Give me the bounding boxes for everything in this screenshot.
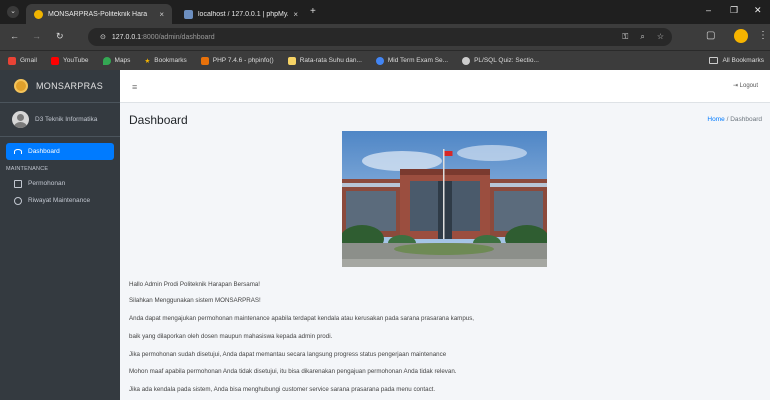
star-icon: ★ [144, 57, 151, 65]
browser-menu-icon[interactable]: ⋮ [758, 30, 768, 41]
logout-label: Logout [739, 83, 758, 89]
sidebar-item-label: Dashboard [28, 148, 60, 155]
instruction-text: Silahkan Menggunakan sistem MONSARPRAS! [129, 297, 261, 304]
bookmark-star-icon[interactable]: ☆ [657, 32, 664, 42]
bookmark-youtube[interactable]: YouTube [50, 56, 89, 65]
bookmark-suhu[interactable]: Rata-rata Suhu dan... [287, 56, 362, 65]
bookmark-label: PHP 7.4.6 - phpinfo() [212, 57, 274, 64]
browser-tab-bar: ⌄ MONSARPRAS-Politeknik Hara × localhost… [0, 0, 770, 24]
bookmark-label: Gmail [20, 57, 37, 64]
campus-building-image [342, 131, 547, 267]
welcome-text: Hallo Admin Prodi Politeknik Harapan Ber… [129, 281, 261, 288]
bookmark-midterm[interactable]: Mid Term Exam Se... [375, 56, 449, 65]
new-tab-button[interactable]: + [310, 6, 316, 17]
sidebar-item-label: Permohonan [28, 180, 66, 187]
menu-toggle-icon[interactable]: ≡ [132, 82, 137, 92]
bookmark-label: Bookmarks [154, 57, 187, 64]
site-info-icon[interactable]: ⊙ [100, 33, 106, 41]
tab-close-icon[interactable]: × [293, 10, 298, 19]
info-text: baik yang dilaporkan oleh dosen maupun m… [129, 333, 333, 340]
sidebar-item-permohonan[interactable]: Permohonan [6, 175, 114, 192]
page-title: Dashboard [129, 113, 188, 127]
minimize-icon[interactable]: – [706, 5, 711, 15]
bookmarks-bar: Gmail YouTube Maps ★ Bookmarks PHP 7.4.6 … [0, 50, 770, 70]
logout-link[interactable]: ⇥ Logout [733, 82, 758, 89]
address-bar-row: ← → ↻ ⊙ 127.0.0.1:8000/admin/dashboard ⚿… [0, 24, 770, 50]
user-avatar-icon [12, 111, 29, 128]
tab-title: MONSARPRAS-Politeknik Hara [48, 10, 148, 18]
bookmark-label: Mid Term Exam Se... [387, 57, 449, 64]
exam-icon [375, 56, 384, 65]
breadcrumb: Home / Dashboard [707, 116, 762, 123]
browser-tab-monsarpras[interactable]: MONSARPRAS-Politeknik Hara × [26, 4, 172, 24]
sidebar-item-riwayat[interactable]: Riwayat Maintenance [6, 192, 114, 209]
browser-tab-phpmyadmin[interactable]: localhost / 127.0.0.1 | phpMyAc × [176, 4, 306, 24]
tab-close-icon[interactable]: × [159, 10, 164, 19]
zoom-icon[interactable]: ⌕ [640, 32, 644, 42]
reload-icon[interactable]: ↻ [56, 31, 64, 42]
folder-icon [709, 57, 719, 64]
info-text: Mohon maaf apabila permohonan Anda tidak… [129, 368, 457, 375]
phpmyadmin-favicon-icon [184, 9, 193, 19]
forward-icon[interactable]: → [32, 31, 41, 41]
brand-link[interactable]: MONSARPRAS [0, 70, 120, 103]
all-bookmarks-label: All Bookmarks [722, 57, 764, 64]
bookmark-bookmarks[interactable]: ★ Bookmarks [144, 57, 186, 65]
side-panel-icon[interactable]: ▢ [706, 30, 715, 41]
document-icon [287, 56, 296, 65]
breadcrumb-home-link[interactable]: Home [707, 116, 724, 123]
all-bookmarks[interactable]: All Bookmarks [709, 57, 764, 64]
brand-logo-icon [14, 79, 28, 93]
bookmark-maps[interactable]: Maps [102, 56, 131, 65]
bookmark-gmail[interactable]: Gmail [8, 56, 37, 65]
profile-avatar[interactable] [734, 29, 748, 43]
bookmark-label: Maps [114, 57, 131, 64]
back-icon[interactable]: ← [10, 31, 19, 41]
history-icon [14, 196, 22, 205]
tab-search-icon[interactable]: ⌄ [7, 6, 19, 18]
quiz-icon [462, 56, 471, 65]
breadcrumb-current: Dashboard [730, 116, 762, 123]
brand-text: MONSARPRAS [36, 81, 104, 91]
info-text: Jika permohonan sudah disetujui, Anda da… [129, 351, 447, 358]
maps-pin-icon [102, 56, 111, 65]
bookmark-label: YouTube [62, 57, 89, 64]
bookmark-label: PL/SQL Quiz: Sectio... [474, 57, 539, 64]
window-close-icon[interactable]: ✕ [754, 5, 762, 16]
php-icon [200, 56, 209, 65]
info-text: Anda dapat mengajukan permohonan mainten… [129, 315, 475, 322]
edit-icon [14, 179, 22, 188]
user-panel[interactable]: D3 Teknik Informatika [0, 103, 120, 137]
url-host: 127.0.0.1 [111, 33, 142, 41]
main-content: Dashboard Home / Dashboard Hallo Admin P… [120, 103, 770, 400]
top-navbar: ≡ ⇥ Logout [120, 70, 770, 103]
url-path: :8000/admin/dashboard [141, 33, 215, 41]
breadcrumb-separator: / [726, 116, 729, 123]
sidebar: MONSARPRAS D3 Teknik Informatika Dashboa… [0, 70, 120, 400]
sidebar-item-dashboard[interactable]: Dashboard [6, 143, 114, 160]
info-text: Jika ada kendala pada sistem, Anda bisa … [129, 386, 436, 393]
restore-icon[interactable]: ❐ [730, 5, 738, 16]
bookmark-plsql[interactable]: PL/SQL Quiz: Sectio... [462, 56, 539, 65]
monsarpras-favicon-icon [34, 9, 43, 19]
sidebar-section-header: MAINTENANCE [6, 166, 49, 172]
url-input[interactable]: ⊙ 127.0.0.1:8000/admin/dashboard ⚿ ⌕ ☆ [88, 28, 672, 46]
bookmark-phpinfo[interactable]: PHP 7.4.6 - phpinfo() [200, 56, 274, 65]
sidebar-item-label: Riwayat Maintenance [28, 197, 91, 204]
password-key-icon[interactable]: ⚿ [622, 32, 628, 42]
gmail-icon [8, 56, 16, 65]
user-name: D3 Teknik Informatika [35, 116, 98, 123]
bookmark-label: Rata-rata Suhu dan... [299, 57, 362, 64]
dashboard-icon [14, 149, 22, 154]
tab-title: localhost / 127.0.0.1 | phpMyAc [198, 10, 289, 18]
youtube-icon [50, 56, 59, 65]
